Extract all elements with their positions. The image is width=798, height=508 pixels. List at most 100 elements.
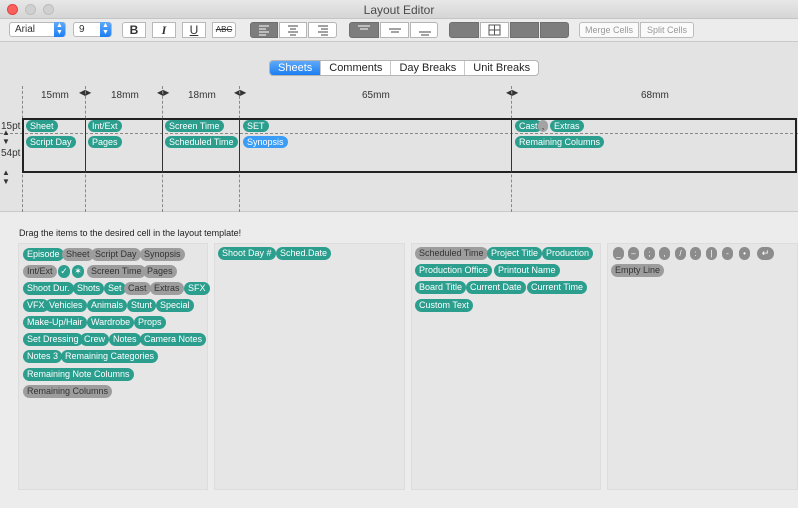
palette-item[interactable]: Remaining Columns <box>23 385 113 398</box>
palette-separator[interactable]: _ <box>613 247 624 260</box>
italic-icon: I <box>161 23 167 37</box>
tab-day-breaks[interactable]: Day Breaks <box>391 61 466 75</box>
palette-item[interactable]: Shoot Dur. <box>23 282 74 295</box>
palette-item[interactable]: Current Time <box>527 281 588 294</box>
column-resize-handle[interactable]: ◀▶ <box>506 88 518 97</box>
palette-item[interactable]: Animals <box>87 299 128 312</box>
italic-button[interactable]: I <box>152 22 176 38</box>
palette-item[interactable]: Notes <box>109 333 141 346</box>
palette-separator[interactable]: / <box>675 247 686 260</box>
palette-item[interactable]: Remaining Categories <box>61 350 159 363</box>
palette-item[interactable]: Stunt <box>127 299 157 312</box>
palette-item[interactable]: Board Title <box>415 281 467 294</box>
template-item-screen-time[interactable]: Screen Time <box>165 120 224 132</box>
palette-item[interactable]: Scheduled Time <box>415 247 488 260</box>
column-resize-handle[interactable]: ◀▶ <box>157 88 169 97</box>
template-item-sheet[interactable]: Sheet <box>26 120 58 132</box>
palette-item[interactable]: Custom Text <box>415 299 473 312</box>
palette-separator[interactable]: • <box>739 247 750 260</box>
row-height-label: 54pt <box>1 148 21 159</box>
template-item-comma[interactable]: , <box>538 120 548 132</box>
palette-separator[interactable]: ; <box>644 247 655 260</box>
template-item-int-ext[interactable]: Int/Ext <box>88 120 122 132</box>
palette-item[interactable]: Shots <box>73 282 105 295</box>
palette-separator[interactable]: – <box>628 247 639 260</box>
row-resize-handle[interactable]: ▲ ▼ <box>2 128 10 146</box>
font-size-select[interactable]: 9 ▲ ▼ <box>73 22 112 37</box>
formatting-toolbar: Arial ▲ ▼ 9 ▲ ▼ B I U ABC Merge Cells Spli… <box>0 19 798 41</box>
palette-item[interactable]: Crew <box>80 333 110 346</box>
bold-button[interactable]: B <box>122 22 146 38</box>
valign-middle-button[interactable] <box>380 22 409 38</box>
palette-separator[interactable]: | <box>706 247 717 260</box>
palette-item[interactable]: Int/Ext <box>23 265 57 278</box>
palette-item[interactable]: Pages <box>143 265 177 278</box>
template-item-script-day[interactable]: Script Day <box>26 136 76 148</box>
cell-divider <box>162 118 163 173</box>
palette-item[interactable]: Notes 3 <box>23 350 63 363</box>
palette-item[interactable]: Wardrobe <box>87 316 135 329</box>
palette-item-empty-line[interactable]: Empty Line <box>611 264 665 277</box>
palette-item[interactable]: Sched.Date <box>276 247 332 260</box>
palette-item[interactable]: Production <box>542 247 594 260</box>
palette-item[interactable]: Shoot Day # <box>218 247 276 260</box>
palette-item[interactable]: Vehicles <box>45 299 87 312</box>
palette-item[interactable]: SFX <box>184 282 210 295</box>
border-outer-button[interactable] <box>510 22 539 38</box>
row-resize-handle[interactable]: ▲ ▼ <box>2 168 10 186</box>
template-item-extras[interactable]: Extras <box>550 120 584 132</box>
merge-cells-button[interactable]: Merge Cells <box>579 22 639 38</box>
palette-item[interactable]: Screen Time <box>87 265 146 278</box>
palette-item[interactable]: Set <box>104 282 126 295</box>
palette-item[interactable]: Production Office <box>415 264 492 277</box>
chevron-updown-icon: ▲ ▼ <box>100 22 111 37</box>
valign-bottom-button[interactable] <box>410 22 438 38</box>
asterisk-icon[interactable]: ✶ <box>72 265 84 278</box>
return-icon[interactable]: ↵ <box>757 247 774 260</box>
palette-item[interactable]: Make-Up/Hair <box>23 316 87 329</box>
palette-separator[interactable]: - <box>722 247 733 260</box>
underline-button[interactable]: U <box>182 22 206 38</box>
template-item-pages[interactable]: Pages <box>88 136 122 148</box>
border-grid-button[interactable] <box>480 22 509 38</box>
grid-icon <box>488 24 501 36</box>
split-cells-button[interactable]: Split Cells <box>640 22 694 38</box>
strikethrough-button[interactable]: ABC <box>212 22 236 38</box>
checkmark-icon[interactable]: ✓ <box>58 265 70 278</box>
valign-top-button[interactable] <box>349 22 379 38</box>
align-center-button[interactable] <box>279 22 307 38</box>
bold-icon: B <box>129 23 139 37</box>
valign-bottom-icon <box>419 31 431 36</box>
palette-separator[interactable]: : <box>690 247 701 260</box>
section-tabs: Sheets Comments Day Breaks Unit Breaks <box>269 60 540 76</box>
palette-item[interactable]: Cast <box>124 282 151 295</box>
border-none-button[interactable] <box>449 22 479 38</box>
palette-item[interactable]: Project Title <box>487 247 543 260</box>
palette-item[interactable]: Current Date <box>466 281 526 294</box>
palette-item[interactable]: Sheet <box>62 248 94 261</box>
align-right-button[interactable] <box>308 22 337 38</box>
font-name-select[interactable]: Arial ▲ ▼ <box>9 22 66 37</box>
border-inner-button[interactable] <box>540 22 569 38</box>
palette-item[interactable]: Special <box>156 299 194 312</box>
template-item-scheduled-time[interactable]: Scheduled Time <box>165 136 238 148</box>
palette-item[interactable]: Script Day <box>91 248 141 261</box>
column-resize-handle[interactable]: ◀▶ <box>234 88 246 97</box>
tab-sheets[interactable]: Sheets <box>270 61 322 75</box>
palette-item[interactable]: Printout Name <box>494 264 560 277</box>
palette-item[interactable]: Synopsis <box>140 248 185 261</box>
palette-item[interactable]: Props <box>134 316 166 329</box>
palette-item[interactable]: Remaining Note Columns <box>23 368 134 381</box>
palette-item[interactable]: Extras <box>150 282 184 295</box>
layout-template[interactable] <box>22 118 797 173</box>
palette-item[interactable]: Camera Notes <box>140 333 207 346</box>
template-item-remaining-columns[interactable]: Remaining Columns <box>515 136 605 148</box>
tab-unit-breaks[interactable]: Unit Breaks <box>465 61 538 75</box>
align-left-button[interactable] <box>250 22 278 38</box>
palette-separator[interactable]: , <box>659 247 670 260</box>
template-item-synopsis[interactable]: Synopsis <box>243 136 288 148</box>
tab-comments[interactable]: Comments <box>321 61 392 75</box>
palette-item[interactable]: Set Dressing <box>23 333 83 346</box>
template-item-set[interactable]: SET <box>243 120 269 132</box>
palette-item[interactable]: Episode <box>23 248 64 261</box>
